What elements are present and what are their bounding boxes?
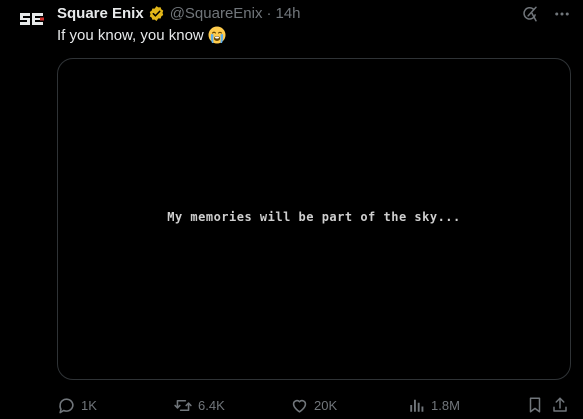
repost-icon	[174, 399, 192, 411]
views-button[interactable]: 1.8M	[408, 395, 460, 415]
heart-icon	[292, 399, 307, 413]
reply-button[interactable]: 1K	[57, 395, 97, 415]
square-enix-logo-icon	[20, 13, 44, 25]
media-caption: My memories will be part of the sky...	[167, 210, 461, 224]
timestamp[interactable]: 14h	[275, 5, 300, 22]
tweet-header: Square Enix @SquareEnix · 14h	[57, 3, 301, 23]
bookmark-button[interactable]	[526, 395, 544, 415]
view-count: 1.8M	[431, 397, 460, 413]
verified-badge-icon[interactable]	[148, 5, 165, 22]
grok-icon[interactable]	[520, 4, 540, 24]
author-handle[interactable]: @SquareEnix	[170, 5, 263, 22]
crying-face-emoji-icon	[208, 26, 226, 44]
bookmark-icon	[529, 397, 541, 413]
separator-dot: ·	[266, 4, 272, 22]
top-actions	[520, 4, 572, 24]
like-button[interactable]: 20K	[290, 395, 337, 415]
like-count: 20K	[314, 397, 338, 413]
more-options-icon[interactable]	[552, 4, 572, 24]
reply-icon	[59, 397, 74, 413]
avatar[interactable]	[12, 9, 52, 49]
tweet-text-content: If you know, you know	[57, 26, 204, 44]
author-name[interactable]: Square Enix	[57, 5, 144, 22]
repost-count: 6.4K	[198, 397, 225, 413]
share-button[interactable]	[551, 395, 569, 415]
tweet-text: If you know, you know	[57, 26, 226, 44]
views-chart-icon	[410, 399, 424, 412]
share-icon	[553, 397, 567, 412]
reply-count: 1K	[81, 397, 97, 413]
repost-button[interactable]: 6.4K	[173, 395, 225, 415]
media-video[interactable]: My memories will be part of the sky...	[57, 58, 571, 380]
tweet[interactable]: Square Enix @SquareEnix · 14h If you kno…	[0, 0, 583, 419]
action-bar: 1K 6.4K 20K 1.8M	[57, 395, 571, 415]
